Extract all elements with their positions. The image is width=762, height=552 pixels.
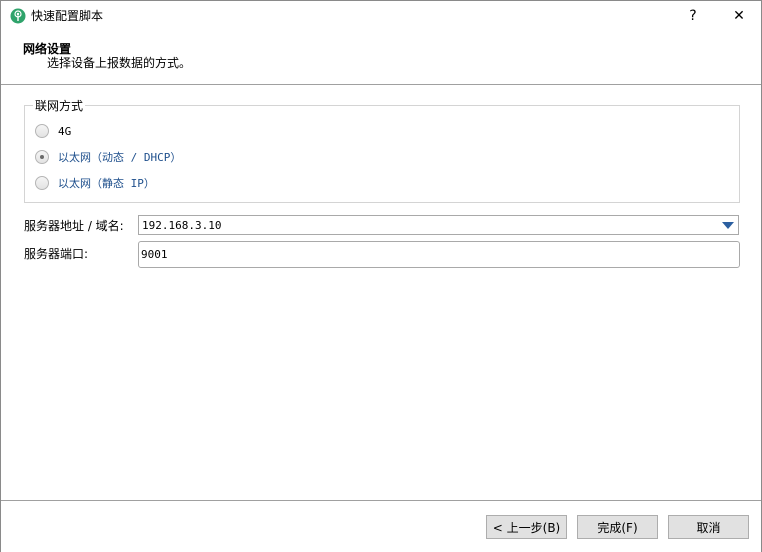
close-button[interactable]: ✕: [717, 1, 761, 31]
cancel-button[interactable]: 取消: [668, 515, 749, 539]
server-address-label: 服务器地址 / 域名:: [24, 219, 124, 233]
page-subtitle: 选择设备上报数据的方式。: [47, 56, 192, 70]
radio-button-4g[interactable]: [35, 124, 49, 138]
wizard-footer: < 上一步(B) 完成(F) 取消: [1, 500, 761, 552]
network-mode-legend: 联网方式: [33, 97, 86, 114]
antenna-icon: [10, 8, 26, 24]
radio-option-4g[interactable]: 4G: [35, 122, 71, 140]
server-address-combobox[interactable]: 192.168.3.10: [138, 215, 739, 235]
finish-button[interactable]: 完成(F): [577, 515, 658, 539]
radio-button-ethernet-static[interactable]: [35, 176, 49, 190]
radio-option-ethernet-static[interactable]: 以太网（静态 IP）: [35, 174, 155, 192]
server-port-label: 服务器端口:: [24, 247, 89, 261]
window-title: 快速配置脚本: [31, 9, 104, 23]
help-button[interactable]: ?: [671, 1, 715, 31]
wizard-body: 联网方式 4G 以太网（动态 / DHCP） 以太网（静态 IP） 服务器地址 …: [1, 85, 761, 500]
title-bar[interactable]: 快速配置脚本 ? ✕: [1, 1, 761, 31]
radio-option-ethernet-dhcp[interactable]: 以太网（动态 / DHCP）: [35, 148, 181, 166]
radio-label-ethernet-static: 以太网（静态 IP）: [58, 177, 155, 190]
chevron-down-icon[interactable]: [722, 222, 734, 229]
server-port-input[interactable]: [138, 241, 740, 268]
dialog-window: 快速配置脚本 ? ✕ 网络设置 选择设备上报数据的方式。 联网方式 4G 以太网…: [0, 0, 762, 552]
radio-label-ethernet-dhcp: 以太网（动态 / DHCP）: [58, 151, 182, 164]
back-button[interactable]: < 上一步(B): [486, 515, 567, 539]
radio-label-4g: 4G: [58, 124, 72, 138]
server-address-value: 192.168.3.10: [142, 219, 222, 232]
radio-button-ethernet-dhcp[interactable]: [35, 150, 49, 164]
wizard-header: 网络设置 选择设备上报数据的方式。: [1, 31, 761, 85]
